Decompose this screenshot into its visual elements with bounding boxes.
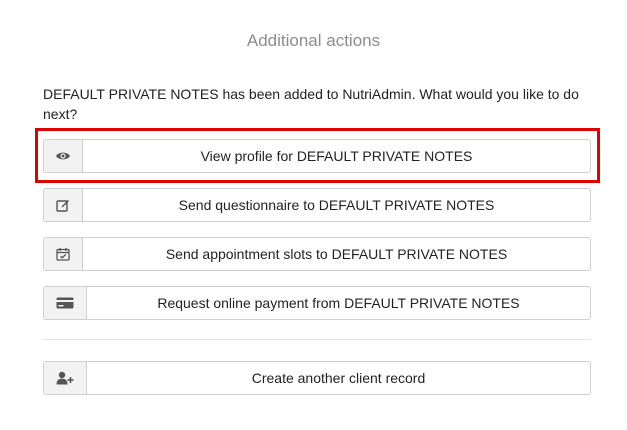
edit-icon bbox=[44, 189, 83, 221]
view-profile-label: View profile for DEFAULT PRIVATE NOTES bbox=[200, 148, 473, 164]
calendar-check-icon bbox=[44, 238, 83, 270]
credit-card-icon bbox=[44, 287, 87, 319]
divider bbox=[43, 339, 591, 340]
dialog-title: Additional actions bbox=[246, 31, 381, 50]
send-questionnaire-button[interactable]: Send questionnaire to DEFAULT PRIVATE NO… bbox=[43, 188, 591, 222]
send-appointment-slots-button[interactable]: Send appointment slots to DEFAULT PRIVAT… bbox=[43, 237, 591, 271]
create-client-record-button[interactable]: Create another client record bbox=[43, 361, 591, 395]
request-payment-button[interactable]: Request online payment from DEFAULT PRIV… bbox=[43, 286, 591, 320]
dialog-message: DEFAULT PRIVATE NOTES has been added to … bbox=[43, 86, 579, 122]
send-appointment-slots-label: Send appointment slots to DEFAULT PRIVAT… bbox=[165, 246, 508, 262]
user-plus-icon bbox=[44, 362, 87, 394]
create-client-record-label: Create another client record bbox=[251, 370, 426, 386]
send-questionnaire-label: Send questionnaire to DEFAULT PRIVATE NO… bbox=[178, 197, 495, 213]
eye-icon bbox=[44, 140, 83, 172]
request-payment-label: Request online payment from DEFAULT PRIV… bbox=[157, 295, 520, 311]
view-profile-button[interactable]: View profile for DEFAULT PRIVATE NOTES bbox=[43, 139, 591, 173]
